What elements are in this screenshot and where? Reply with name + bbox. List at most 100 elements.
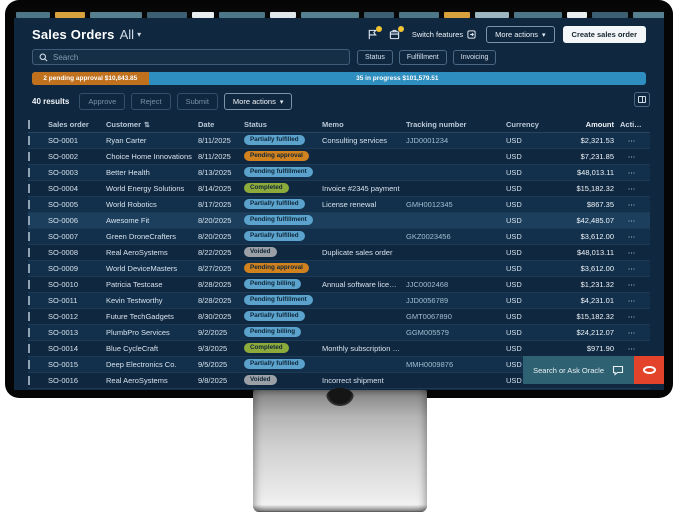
column-header-amount[interactable]: Amount bbox=[550, 120, 620, 129]
announcements-flag-icon[interactable] bbox=[366, 28, 380, 42]
row-checkbox[interactable] bbox=[28, 168, 30, 177]
tracking-number: GMT0067890 bbox=[406, 312, 506, 321]
results-count: 40 results bbox=[32, 97, 69, 106]
order-date: 8/13/2025 bbox=[198, 168, 244, 177]
table-row[interactable]: SO-0004 World Energy Solutions 8/14/2025… bbox=[28, 181, 650, 197]
row-actions-button[interactable]: ⋯ bbox=[620, 184, 650, 193]
table-row[interactable]: SO-0012 Future TechGadgets 8/30/2025 Par… bbox=[28, 309, 650, 325]
column-header-actions: Actions bbox=[620, 120, 650, 129]
table-row[interactable]: SO-0014 Blue CycleCraft 9/3/2025 Complet… bbox=[28, 341, 650, 357]
row-actions-button[interactable]: ⋯ bbox=[620, 328, 650, 337]
row-actions-button[interactable]: ⋯ bbox=[620, 312, 650, 321]
chat-bubble-icon[interactable] bbox=[612, 365, 624, 376]
row-checkbox[interactable] bbox=[28, 312, 30, 321]
currency: USD bbox=[506, 216, 550, 225]
column-header-currency[interactable]: Currency bbox=[506, 120, 550, 129]
amount: $3,612.00 bbox=[550, 264, 620, 273]
table-row[interactable]: SO-0001 Ryan Carter 8/11/2025 Partially … bbox=[28, 133, 650, 149]
notification-badge bbox=[376, 26, 382, 32]
row-actions-button[interactable]: ⋯ bbox=[620, 136, 650, 145]
status-badge: Pending approval bbox=[244, 263, 309, 273]
status-cell: Pending fulfillment bbox=[244, 167, 322, 179]
search-box[interactable] bbox=[32, 49, 350, 65]
row-actions-button[interactable]: ⋯ bbox=[620, 280, 650, 289]
table-row[interactable]: SO-0007 Green DroneCrafters 8/20/2025 Pa… bbox=[28, 229, 650, 245]
row-checkbox[interactable] bbox=[28, 264, 30, 273]
column-header-memo[interactable]: Memo bbox=[322, 120, 406, 129]
table-row[interactable]: SO-0003 Better Health 8/13/2025 Pending … bbox=[28, 165, 650, 181]
scope-selector[interactable]: All bbox=[120, 27, 134, 42]
row-actions-button[interactable]: ⋯ bbox=[620, 296, 650, 305]
column-header-date[interactable]: Date bbox=[198, 120, 244, 129]
amount: $15,182.32 bbox=[550, 312, 620, 321]
status-cell: Partially fulfilled bbox=[244, 311, 322, 323]
customer-name: World Robotics bbox=[106, 200, 198, 209]
create-sales-order-label: Create sales order bbox=[572, 30, 637, 39]
in-progress-segment[interactable]: 35 in progress $101,579.51 bbox=[149, 72, 646, 85]
table-row[interactable]: SO-0005 World Robotics 8/17/2025 Partial… bbox=[28, 197, 650, 213]
row-checkbox[interactable] bbox=[28, 248, 30, 257]
row-actions-button[interactable]: ⋯ bbox=[620, 232, 650, 241]
table-row[interactable]: SO-0002 Choice Home Innovations 8/11/202… bbox=[28, 149, 650, 165]
row-actions-button[interactable]: ⋯ bbox=[620, 264, 650, 273]
column-header-sales-order[interactable]: Sales order bbox=[48, 120, 106, 129]
status-cell: Pending fulfillment bbox=[244, 215, 322, 227]
row-checkbox[interactable] bbox=[28, 360, 30, 369]
select-all-checkbox[interactable] bbox=[28, 120, 30, 129]
assistant-search[interactable]: Search or Ask Oracle bbox=[523, 356, 634, 384]
chevron-down-icon[interactable]: ▾ bbox=[137, 30, 141, 39]
status-cell: Voided bbox=[244, 375, 322, 387]
oracle-assistant-button[interactable] bbox=[634, 356, 664, 384]
column-header-customer[interactable]: Customer⇅ bbox=[106, 120, 198, 129]
page: Sales Orders All ▾ Switch features bbox=[0, 0, 678, 521]
row-checkbox[interactable] bbox=[28, 152, 30, 161]
table-row[interactable]: SO-0013 PlumbPro Services 9/2/2025 Pendi… bbox=[28, 325, 650, 341]
approve-button[interactable]: Approve bbox=[79, 93, 125, 110]
sort-icon[interactable]: ⇅ bbox=[144, 122, 150, 129]
tracking-number: MMH0009876 bbox=[406, 360, 506, 369]
reject-button[interactable]: Reject bbox=[131, 93, 170, 110]
column-header-status[interactable]: Status bbox=[244, 120, 322, 129]
row-actions-button[interactable]: ⋯ bbox=[620, 344, 650, 353]
row-actions-button[interactable]: ⋯ bbox=[620, 200, 650, 209]
customer-name: Real AeroSystems bbox=[106, 248, 198, 257]
amount: $7,231.85 bbox=[550, 152, 620, 161]
create-sales-order-button[interactable]: Create sales order bbox=[563, 26, 646, 43]
row-checkbox[interactable] bbox=[28, 376, 30, 385]
column-settings-button[interactable] bbox=[634, 92, 650, 107]
row-checkbox[interactable] bbox=[28, 280, 30, 289]
row-actions-button[interactable]: ⋯ bbox=[620, 152, 650, 161]
row-actions-button[interactable]: ⋯ bbox=[620, 168, 650, 177]
switch-features-button[interactable]: Switch features bbox=[410, 26, 478, 43]
search-input[interactable] bbox=[53, 53, 343, 62]
tasks-box-icon[interactable] bbox=[388, 28, 402, 42]
tracking-number: GKZ0023456 bbox=[406, 232, 506, 241]
order-date: 8/20/2025 bbox=[198, 216, 244, 225]
filter-chip-invoicing[interactable]: Invoicing bbox=[453, 50, 497, 65]
pending-approval-segment[interactable]: 2 pending approval $10,843.85 bbox=[32, 72, 149, 85]
row-checkbox[interactable] bbox=[28, 232, 30, 241]
customer-name: Blue CycleCraft bbox=[106, 344, 198, 353]
filter-chip-fulfillment[interactable]: Fulfillment bbox=[399, 50, 447, 65]
table-row[interactable]: SO-0011 Kevin Testworthy 8/28/2025 Pendi… bbox=[28, 293, 650, 309]
row-checkbox[interactable] bbox=[28, 216, 30, 225]
row-actions-button[interactable]: ⋯ bbox=[620, 216, 650, 225]
table-row[interactable]: SO-0010 Patricia Testcase 8/28/2025 Pend… bbox=[28, 277, 650, 293]
table-row[interactable]: SO-0008 Real AeroSystems 8/22/2025 Voide… bbox=[28, 245, 650, 261]
table-more-actions-button[interactable]: More actions ▾ bbox=[224, 93, 292, 110]
row-checkbox[interactable] bbox=[28, 136, 30, 145]
filter-chip-status[interactable]: Status bbox=[357, 50, 393, 65]
submit-button[interactable]: Submit bbox=[177, 93, 218, 110]
table-row[interactable]: SO-0009 World DeviceMasters 8/27/2025 Pe… bbox=[28, 261, 650, 277]
row-checkbox[interactable] bbox=[28, 296, 30, 305]
table-row[interactable]: SO-0006 Awesome Fit 8/20/2025 Pending fu… bbox=[28, 213, 650, 229]
row-checkbox[interactable] bbox=[28, 328, 30, 337]
row-checkbox[interactable] bbox=[28, 184, 30, 193]
column-header-tracking[interactable]: Tracking number bbox=[406, 120, 506, 129]
row-checkbox[interactable] bbox=[28, 344, 30, 353]
customer-name: Patricia Testcase bbox=[106, 280, 198, 289]
more-actions-button[interactable]: More actions ▾ bbox=[486, 26, 554, 43]
row-checkbox[interactable] bbox=[28, 200, 30, 209]
row-actions-button[interactable]: ⋯ bbox=[620, 248, 650, 257]
status-cell: Voided bbox=[244, 247, 322, 259]
